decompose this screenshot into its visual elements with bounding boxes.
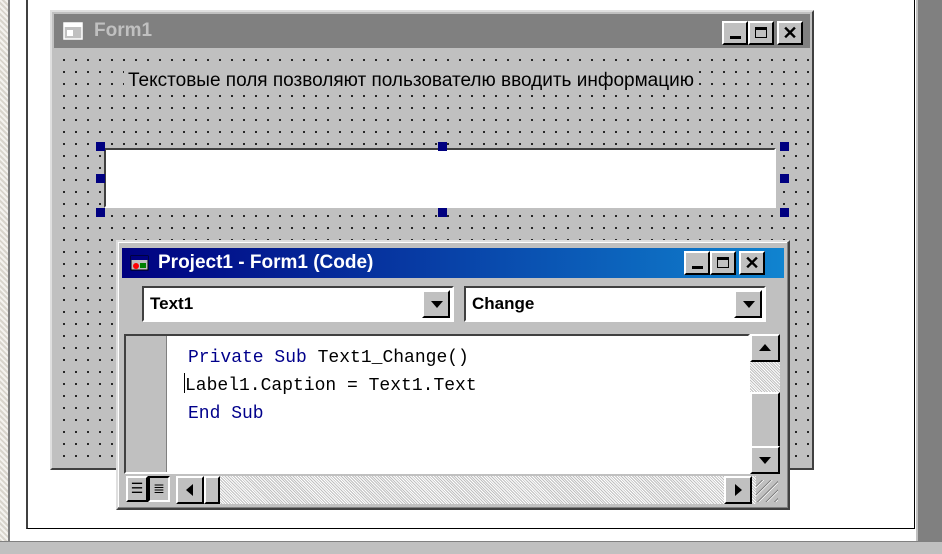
ide-bottom-scrollbar[interactable] xyxy=(0,541,942,554)
code-text-segment: Label1.Caption = Text1.Text xyxy=(185,376,477,396)
label1[interactable]: Текстовые поля позволяют пользователю вв… xyxy=(124,70,698,92)
scroll-right-button[interactable] xyxy=(724,476,752,504)
selection-handle-tr[interactable] xyxy=(780,142,789,151)
procedure-combo-dropdown[interactable] xyxy=(734,290,762,318)
close-icon: ✕ xyxy=(782,23,798,43)
code-text-segment: Text1_Change() xyxy=(306,348,469,368)
code-line: Label1.Caption = Text1.Text xyxy=(182,372,477,400)
maximize-icon xyxy=(717,257,729,268)
scroll-left-button[interactable] xyxy=(176,476,204,504)
hscroll-thumb[interactable] xyxy=(204,476,220,504)
code-window-bottom-bar: ☰ ≣ xyxy=(124,476,780,504)
selection-handle-tl[interactable] xyxy=(96,142,105,151)
selection-handle-mr[interactable] xyxy=(780,174,789,183)
ide-left-edge xyxy=(8,0,10,553)
form-icon xyxy=(63,22,83,40)
arrow-left-icon xyxy=(186,484,193,496)
resize-grip-icon[interactable] xyxy=(756,480,778,502)
code-window[interactable]: Project1 - Form1 (Code) ✕ Text1 Change P… xyxy=(116,240,790,510)
procedure-combo[interactable]: Change xyxy=(464,286,766,322)
minimize-icon xyxy=(730,36,741,39)
maximize-button[interactable] xyxy=(748,21,774,45)
selection-handle-tm[interactable] xyxy=(438,142,447,151)
code-window-title: Project1 - Form1 (Code) xyxy=(158,252,374,273)
procedure-view-icon: ☰ xyxy=(130,480,144,496)
scroll-thumb[interactable] xyxy=(750,392,780,448)
arrow-down-icon xyxy=(759,457,771,464)
selection-handle-bm[interactable] xyxy=(438,208,447,217)
object-combo-dropdown[interactable] xyxy=(422,290,450,318)
code-window-icon xyxy=(130,255,149,271)
form1-titlebar[interactable]: Form1 ✕ xyxy=(54,14,810,48)
selection-handle-bl[interactable] xyxy=(96,208,105,217)
close-icon: ✕ xyxy=(744,253,760,273)
procedure-combo-value: Change xyxy=(472,294,535,313)
code-keyword: Private Sub xyxy=(188,348,307,368)
code-maximize-button[interactable] xyxy=(710,251,736,275)
text1-textbox[interactable] xyxy=(104,148,776,208)
code-text[interactable]: Private Sub Text1_Change() Label1.Caption… xyxy=(184,344,483,428)
code-minimize-button[interactable] xyxy=(684,251,710,275)
form1-title: Form1 xyxy=(94,20,153,41)
chevron-down-icon xyxy=(743,301,755,308)
chevron-down-icon xyxy=(431,301,443,308)
arrow-up-icon xyxy=(759,344,771,351)
maximize-icon xyxy=(755,27,767,38)
code-keyword: End Sub xyxy=(188,404,264,424)
code-vertical-scrollbar[interactable] xyxy=(750,334,780,474)
minimize-icon xyxy=(692,266,703,269)
close-button[interactable]: ✕ xyxy=(777,21,803,45)
ide-left-border xyxy=(0,0,8,553)
code-editor[interactable]: Private Sub Text1_Change() Label1.Caption… xyxy=(124,334,750,474)
margin-indicator-bar[interactable] xyxy=(126,336,167,472)
selection-handle-ml[interactable] xyxy=(96,174,105,183)
code-line: Private Sub Text1_Change() xyxy=(188,344,483,372)
full-module-view-icon: ≣ xyxy=(153,480,165,496)
procedure-view-button[interactable]: ☰ xyxy=(126,476,148,502)
arrow-right-icon xyxy=(735,484,742,496)
ide-right-scrollbar[interactable] xyxy=(918,0,942,541)
code-close-button[interactable]: ✕ xyxy=(739,251,765,275)
code-line: End Sub xyxy=(188,400,483,428)
minimize-button[interactable] xyxy=(722,21,748,45)
code-window-titlebar[interactable]: Project1 - Form1 (Code) ✕ xyxy=(122,248,784,278)
full-module-view-button[interactable]: ≣ xyxy=(148,476,170,502)
scroll-down-button[interactable] xyxy=(750,446,780,474)
scroll-up-button[interactable] xyxy=(750,334,780,362)
code-horizontal-scrollbar[interactable] xyxy=(176,476,756,504)
selection-handle-br[interactable] xyxy=(780,208,789,217)
object-combo-value: Text1 xyxy=(150,294,194,313)
object-combo[interactable]: Text1 xyxy=(142,286,454,322)
